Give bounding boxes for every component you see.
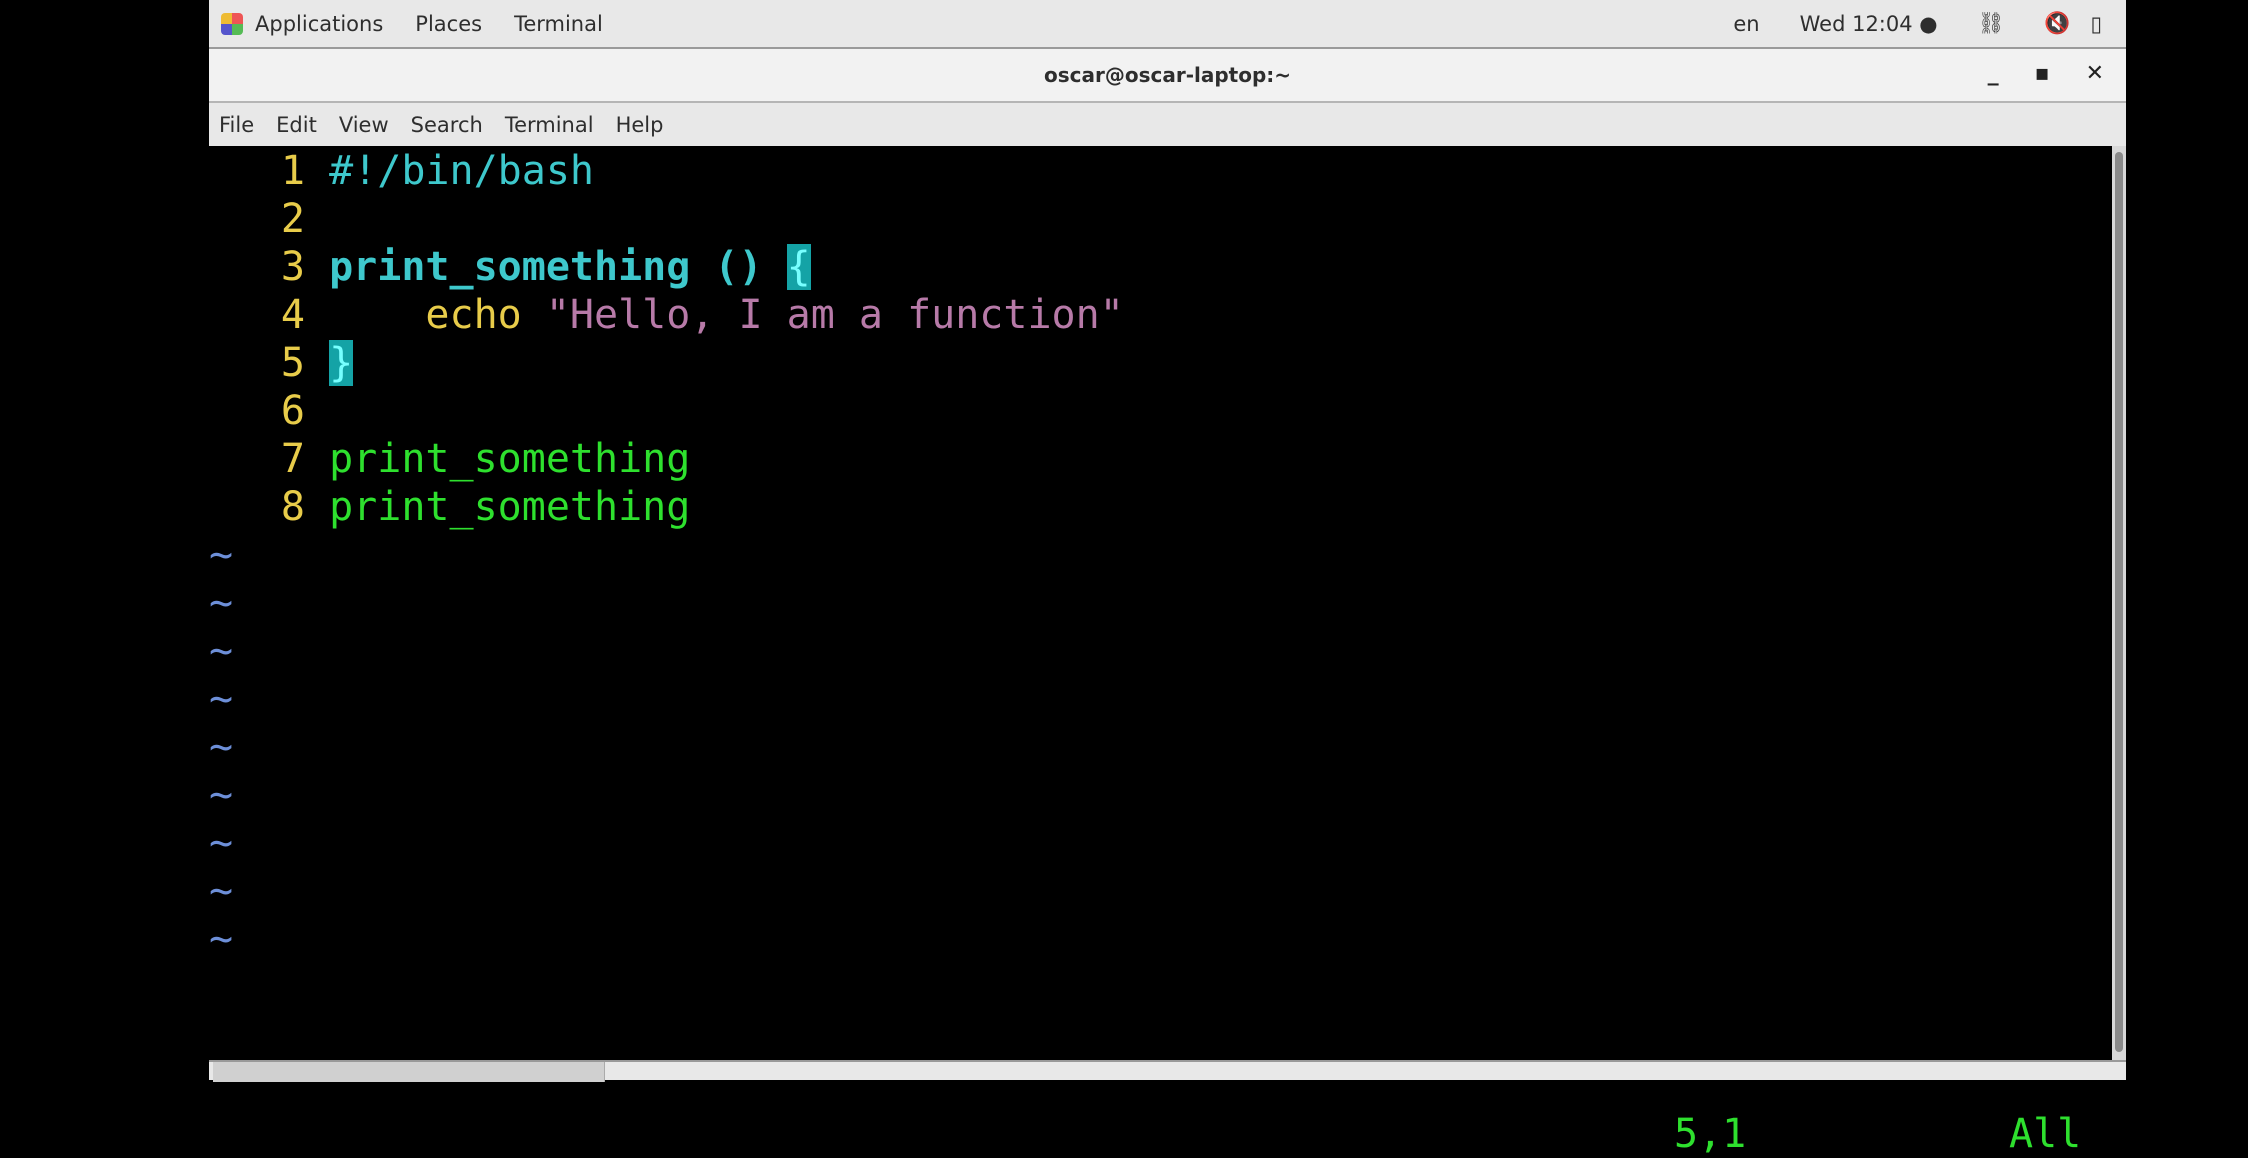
- scroll-position: All: [2009, 1111, 2082, 1157]
- code-line: 2: [280, 196, 305, 242]
- empty-line-tilde: ~: [209, 580, 234, 626]
- network-icon[interactable]: ⛓: [1978, 11, 2005, 36]
- menu-search[interactable]: Search: [411, 113, 483, 137]
- menu-terminal[interactable]: Terminal: [505, 113, 594, 137]
- code-line: 5 }: [280, 340, 354, 386]
- menu-bar: File Edit View Search Terminal Help: [209, 103, 2126, 146]
- cursor-brace: }: [329, 340, 354, 386]
- terminal-vim-editor[interactable]: 1 #!/bin/bash 2 3 print_something () { 4…: [209, 146, 2126, 1157]
- scrollbar-thumb[interactable]: [2115, 152, 2123, 1052]
- empty-line-tilde: ~: [209, 676, 234, 722]
- empty-line-tilde: ~: [209, 772, 234, 818]
- code-line: 1 #!/bin/bash: [280, 148, 594, 194]
- menu-help[interactable]: Help: [616, 113, 664, 137]
- code-line: 4 echo "Hello, I am a function": [280, 292, 1124, 338]
- empty-line-tilde: ~: [209, 724, 234, 770]
- battery-icon[interactable]: ▯: [2090, 12, 2102, 36]
- code-line: 3 print_something () {: [280, 244, 811, 290]
- code-line: 7 print_something: [280, 436, 691, 482]
- menu-edit[interactable]: Edit: [276, 113, 317, 137]
- language-indicator[interactable]: en: [1733, 12, 1759, 36]
- empty-line-tilde: ~: [209, 820, 234, 866]
- applications-menu[interactable]: Applications: [255, 12, 383, 36]
- menu-file[interactable]: File: [219, 113, 254, 137]
- empty-line-tilde: ~: [209, 868, 234, 914]
- window-titlebar: oscar@oscar-laptop:~ _ ▪ ✕: [209, 49, 2126, 103]
- minimize-button[interactable]: _: [1988, 61, 1999, 86]
- top-panel: Applications Places Terminal en Wed 12:0…: [209, 0, 2126, 49]
- clock[interactable]: Wed 12:04 ●: [1800, 12, 1938, 36]
- taskbar: [209, 1060, 2126, 1082]
- terminal-app-menu[interactable]: Terminal: [514, 12, 603, 36]
- cursor-position: 5,1: [1674, 1111, 1747, 1157]
- empty-line-tilde: ~: [209, 532, 234, 578]
- places-menu[interactable]: Places: [415, 12, 482, 36]
- menu-view[interactable]: View: [339, 113, 389, 137]
- taskbar-terminal-item[interactable]: [213, 1062, 605, 1082]
- window-title: oscar@oscar-laptop:~: [1043, 63, 1292, 87]
- matching-brace: {: [786, 244, 811, 290]
- empty-line-tilde: ~: [209, 628, 234, 674]
- volume-muted-icon[interactable]: 🔇: [2044, 11, 2070, 36]
- code-line: 6: [280, 388, 305, 434]
- empty-line-tilde: ~: [209, 916, 234, 962]
- close-button[interactable]: ✕: [2086, 61, 2104, 86]
- code-line: 8 print_something: [280, 484, 691, 530]
- applications-logo-icon: [221, 12, 243, 35]
- maximize-button[interactable]: ▪: [2035, 61, 2050, 86]
- scrollbar[interactable]: [2112, 146, 2126, 1060]
